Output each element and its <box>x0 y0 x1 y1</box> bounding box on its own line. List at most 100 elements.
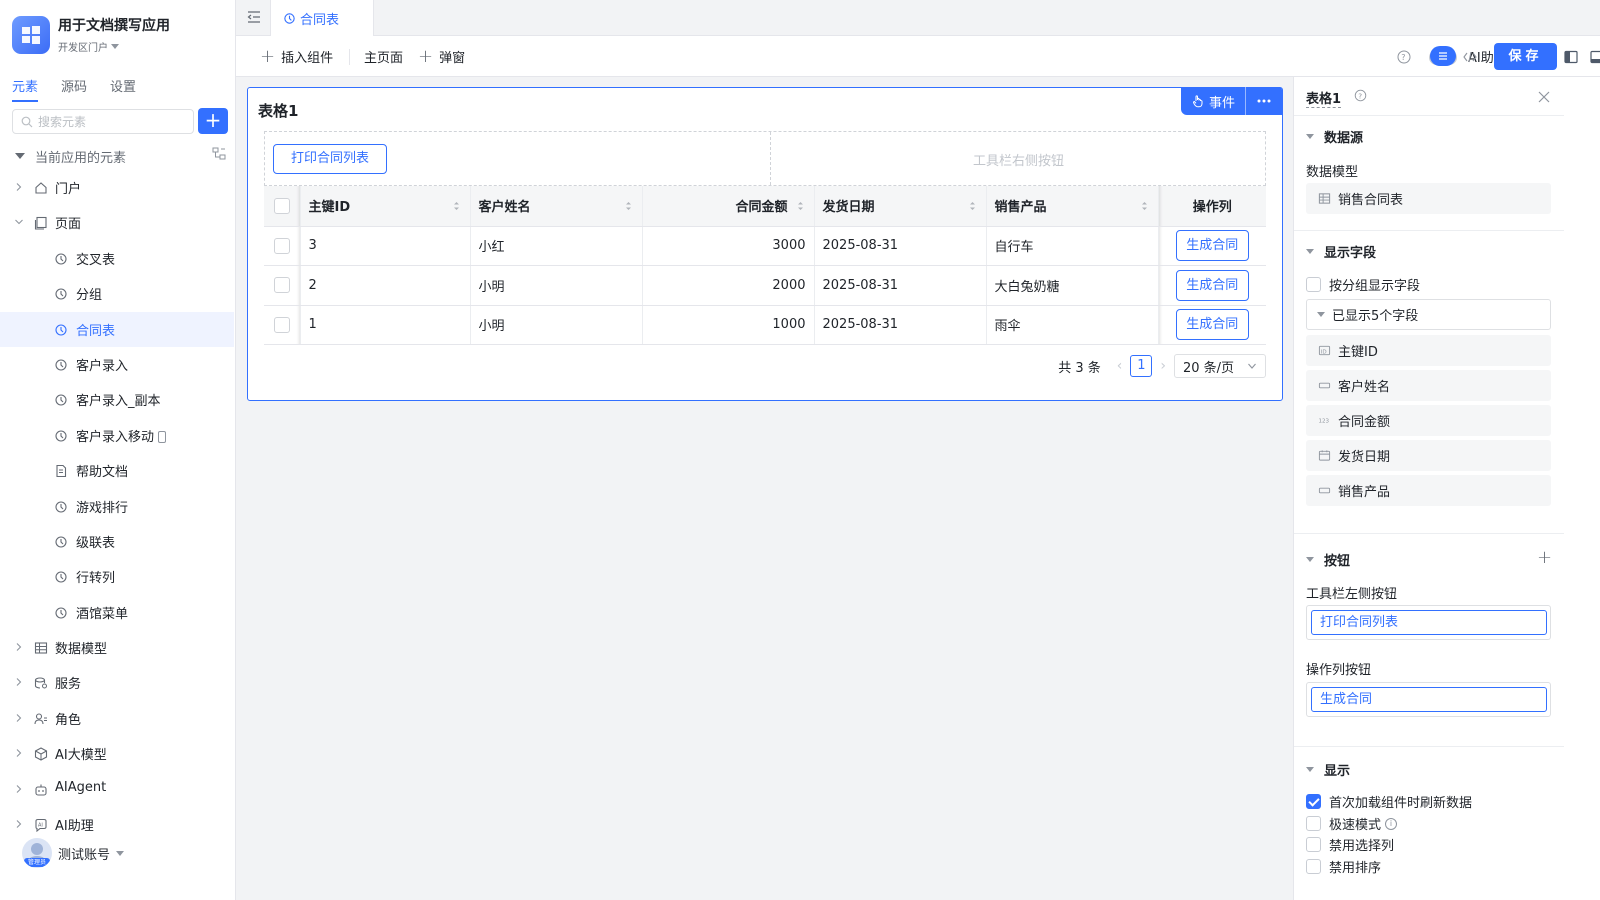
row-checkbox[interactable] <box>273 316 290 333</box>
search-input[interactable] <box>38 114 178 129</box>
portal-selector[interactable]: 开发区门户 <box>58 39 170 54</box>
generate-contract-button[interactable]: 生成合同 <box>1175 230 1249 262</box>
table-component[interactable]: 表格1 事件 打印合同列表 工具栏右侧按钮 主键ID 客户姓名 合同金额 发货日… <box>247 87 1283 401</box>
sort-icon[interactable] <box>797 200 804 212</box>
table-row[interactable]: 3 小红 3000 2025-08-31 自行车 生成合同 <box>264 226 1266 266</box>
main-page-button[interactable]: 主页面 <box>364 47 403 66</box>
tree-item-page[interactable]: 游戏排行 <box>0 489 236 524</box>
section-fields[interactable]: 显示字段 <box>1306 242 1376 261</box>
chevron-right-icon[interactable] <box>14 642 24 652</box>
design-mode-button[interactable] <box>1430 46 1456 66</box>
chevron-right-icon[interactable] <box>14 677 24 687</box>
tree-item-page[interactable]: 帮助文档 <box>0 453 236 488</box>
event-button[interactable]: 事件 <box>1181 87 1245 115</box>
tree-item-ai-model[interactable]: AI大模型 <box>0 736 236 771</box>
tab-elements[interactable]: 元素 <box>12 76 39 102</box>
select-all-checkbox[interactable] <box>273 197 290 214</box>
table-row[interactable]: 1 小明 1000 2025-08-31 雨伞 生成合同 <box>264 305 1266 345</box>
element-search[interactable] <box>12 109 194 134</box>
tree-item-role[interactable]: 角色 <box>0 701 236 736</box>
fast-mode-checkbox[interactable] <box>1306 816 1321 831</box>
field-item[interactable]: ID 主键ID <box>1306 335 1551 366</box>
row-checkbox[interactable] <box>273 277 290 294</box>
prev-page-icon[interactable]: ‹ <box>1117 358 1123 374</box>
column-header-date[interactable]: 发货日期 <box>813 186 986 227</box>
sort-icon[interactable] <box>625 200 632 212</box>
refresh-on-load-checkbox[interactable] <box>1306 794 1321 809</box>
disable-sort-checkbox[interactable] <box>1306 859 1321 874</box>
tree-item-page[interactable]: 客户录入_副本 <box>0 382 236 417</box>
popup-button[interactable]: + 弹窗 <box>418 47 465 66</box>
fields-summary-toggle[interactable]: 已显示5个字段 <box>1306 299 1551 330</box>
chevron-right-icon[interactable] <box>14 784 24 794</box>
display-option[interactable]: 禁用选择列 <box>1306 835 1394 854</box>
tree-item-pages[interactable]: 页面 <box>0 205 236 240</box>
disable-select-column-checkbox[interactable] <box>1306 837 1321 852</box>
chevron-right-icon[interactable] <box>14 713 24 723</box>
tree-item-page[interactable]: 交叉表 <box>0 241 236 276</box>
sort-icon[interactable] <box>969 200 976 212</box>
tab-contract-table[interactable]: 合同表 <box>270 0 374 37</box>
close-icon[interactable] <box>1537 90 1551 104</box>
field-item[interactable]: 销售产品 <box>1306 475 1551 506</box>
tree-item-data-model[interactable]: 数据模型 <box>0 630 236 665</box>
collapse-sidebar-icon[interactable] <box>246 9 262 25</box>
tree-item-page-active[interactable]: 合同表 <box>0 311 234 347</box>
tree-item-ai-agent[interactable]: AIAgent <box>0 772 236 807</box>
action-column-button-item[interactable]: 生成合同 <box>1311 687 1547 712</box>
chevron-right-icon[interactable] <box>14 819 24 829</box>
display-option[interactable]: 禁用排序 <box>1306 857 1381 876</box>
next-page-icon[interactable]: › <box>1160 358 1166 374</box>
info-icon[interactable]: i <box>1385 817 1398 830</box>
app-header[interactable]: 用于文档撰写应用 开发区门户 <box>12 16 170 54</box>
display-option[interactable]: 极速模式 i <box>1306 814 1398 833</box>
field-item[interactable]: 客户姓名 <box>1306 370 1551 401</box>
page-size-select[interactable]: 20 条/页 <box>1174 354 1266 378</box>
tree-item-page[interactable]: 客户录入 <box>0 347 236 382</box>
data-model-select[interactable]: 销售合同表 <box>1306 183 1551 214</box>
tree-item-page[interactable]: 行转列 <box>0 559 236 594</box>
code-mode-icon[interactable] <box>1462 49 1478 65</box>
table-row[interactable]: 2 小明 2000 2025-08-31 大白兔奶糖 生成合同 <box>264 265 1266 306</box>
column-header-product[interactable]: 销售产品 <box>985 186 1158 227</box>
add-element-button[interactable]: + <box>198 108 228 134</box>
generate-contract-button[interactable]: 生成合同 <box>1175 269 1249 301</box>
toolbar-right-placeholder[interactable]: 工具栏右侧按钮 <box>770 150 1267 169</box>
sort-icon[interactable] <box>453 200 460 212</box>
panel-bottom-icon[interactable] <box>1589 49 1600 65</box>
tree-item-service[interactable]: 服务 <box>0 665 236 700</box>
panel-title[interactable]: 表格1 <box>1306 88 1342 108</box>
group-fields-checkbox[interactable] <box>1306 277 1321 292</box>
tab-settings[interactable]: 设置 <box>110 76 136 102</box>
tree-structure-icon[interactable] <box>212 147 226 161</box>
sort-icon[interactable] <box>1141 200 1148 212</box>
add-button-icon[interactable]: + <box>1537 549 1552 567</box>
field-item[interactable]: 123 合同金额 <box>1306 405 1551 436</box>
tree-item-page[interactable]: 级联表 <box>0 524 236 559</box>
tree-item-page[interactable]: 分组 <box>0 276 236 311</box>
account-menu[interactable]: 管理员 测试账号 <box>22 838 125 868</box>
print-contract-list-button[interactable]: 打印合同列表 <box>273 144 387 174</box>
chevron-right-icon[interactable] <box>14 748 24 758</box>
toolbar-left-button-item[interactable]: 打印合同列表 <box>1311 610 1547 635</box>
field-item[interactable]: 发货日期 <box>1306 440 1551 471</box>
column-header-amount[interactable]: 合同金额 <box>641 186 814 227</box>
column-header-id[interactable]: 主键ID <box>299 186 470 227</box>
generate-contract-button[interactable]: 生成合同 <box>1175 309 1249 341</box>
save-button[interactable]: 保存 <box>1494 43 1557 70</box>
more-button[interactable] <box>1246 87 1282 115</box>
chevron-down-icon[interactable] <box>14 217 24 227</box>
tree-item-page[interactable]: 酒馆菜单 <box>0 595 236 630</box>
display-option[interactable]: 首次加载组件时刷新数据 <box>1306 792 1472 811</box>
group-fields-option[interactable]: 按分组显示字段 <box>1306 275 1420 294</box>
help-icon[interactable]: ? <box>1354 89 1367 102</box>
page-number[interactable]: 1 <box>1130 355 1153 377</box>
chevron-right-icon[interactable] <box>14 182 24 192</box>
section-display[interactable]: 显示 <box>1306 760 1350 779</box>
section-buttons[interactable]: 按钮 <box>1306 550 1566 569</box>
tree-item-portal[interactable]: 门户 <box>0 170 236 205</box>
panel-left-icon[interactable] <box>1563 49 1579 65</box>
help-icon[interactable]: ? <box>1396 49 1412 65</box>
row-checkbox[interactable] <box>273 237 290 254</box>
insert-component-button[interactable]: + 插入组件 <box>260 47 333 66</box>
